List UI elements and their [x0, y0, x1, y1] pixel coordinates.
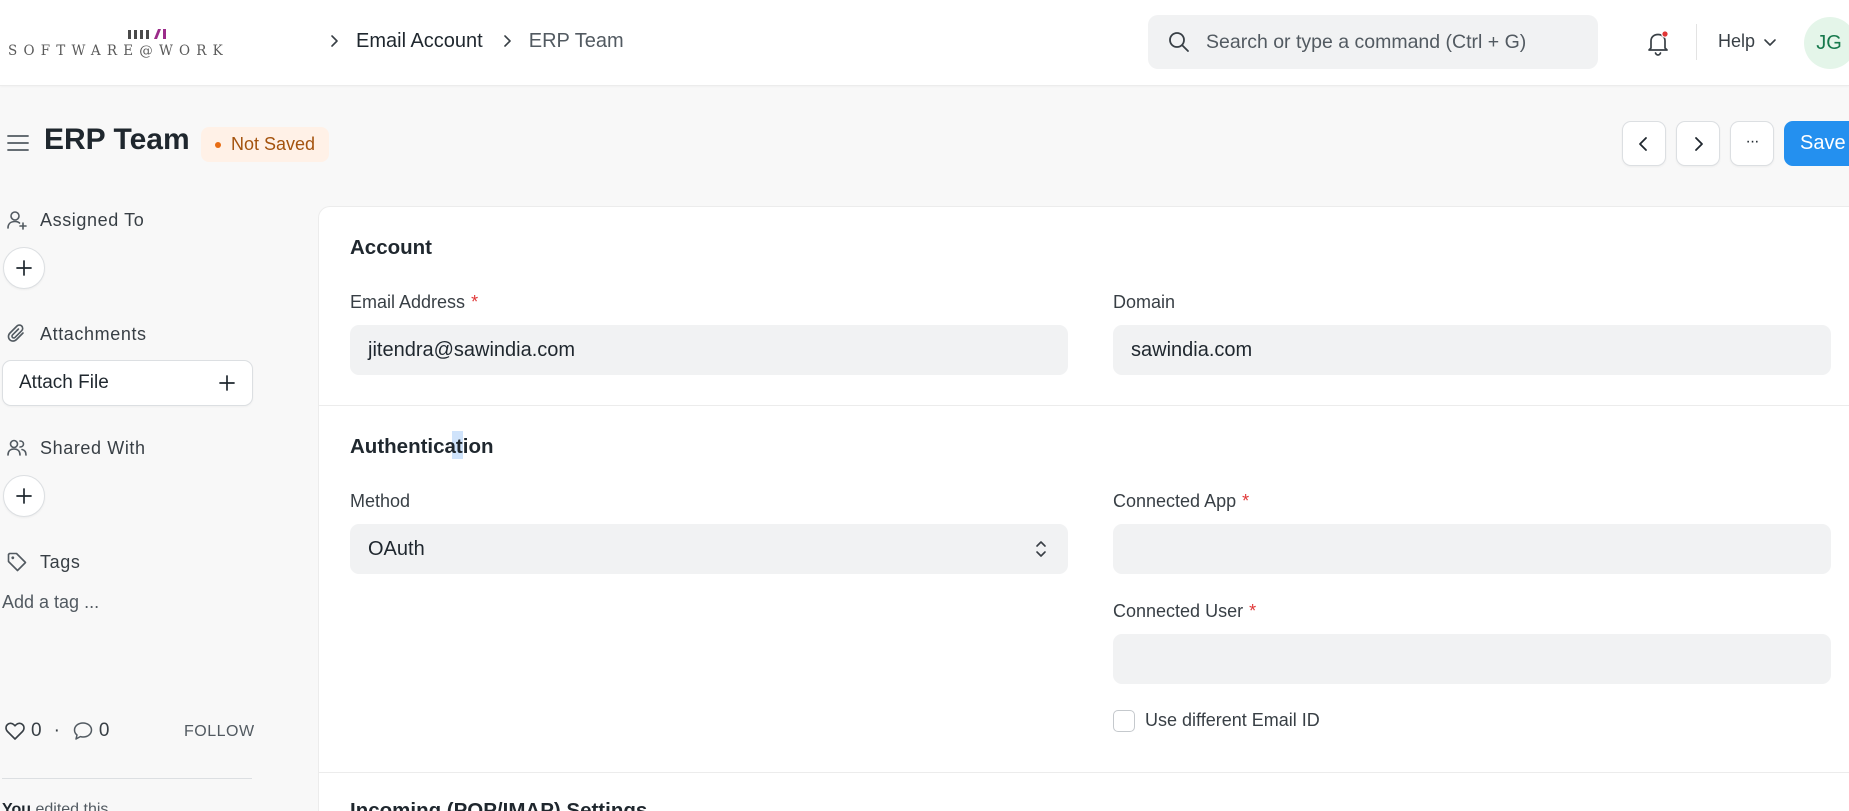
email-address-label-text: Email Address [350, 292, 466, 312]
paperclip-icon [6, 323, 28, 345]
previous-document-button[interactable] [1622, 121, 1666, 166]
connected-user-field[interactable] [1113, 634, 1831, 684]
sidebar-toggle-button[interactable] [6, 131, 30, 155]
status-dot [215, 141, 221, 148]
status-badge: Not Saved [201, 127, 330, 162]
method-label: Method [350, 491, 411, 511]
page-title: ERP Team [44, 123, 190, 156]
assigned-to-text: Assigned To [40, 209, 145, 230]
plus-icon [16, 488, 32, 504]
shared-with-text: Shared With [40, 437, 146, 458]
search-input[interactable]: Search or type a command (Ctrl + G) [1206, 31, 1526, 54]
status-text: Not Saved [231, 134, 316, 154]
attachments-text: Attachments [40, 323, 147, 344]
next-document-button[interactable] [1676, 121, 1720, 166]
bell-icon [1648, 30, 1669, 56]
breadcrumb: Email Account ERP Team [324, 28, 638, 54]
chevron-right-icon [497, 31, 517, 51]
required-mark: * [471, 292, 479, 312]
tags-text: Tags [40, 551, 81, 572]
navbar: SOFTWARE@WORK Email Account ERP Team Sea… [0, 0, 1849, 86]
activity-text: edited this [35, 801, 109, 811]
users-icon [6, 437, 28, 459]
app-logo[interactable]: SOFTWARE@WORK [8, 28, 284, 60]
search-bar[interactable]: Search or type a command (Ctrl + G) [1148, 15, 1598, 69]
attach-file-button[interactable]: Attach File [2, 360, 253, 406]
activity-user: You [2, 801, 32, 811]
plus-icon [16, 260, 32, 276]
tag-icon [6, 551, 28, 573]
attachments-label: Attachments [6, 323, 147, 345]
use-different-email-label[interactable]: Use different Email ID [1145, 710, 1320, 731]
section-divider [319, 772, 1849, 773]
sidebar-divider [2, 778, 252, 779]
method-select-value: OAuth [368, 537, 425, 560]
add-assignee-button[interactable] [3, 247, 45, 289]
likes-count: 0 [31, 720, 42, 741]
attach-file-label: Attach File [19, 372, 109, 393]
required-mark: * [1242, 491, 1250, 511]
hamburger-icon [7, 135, 29, 151]
comment-icon[interactable] [72, 720, 94, 742]
plus-icon [219, 375, 235, 391]
comments-count: 0 [98, 720, 110, 741]
help-dropdown[interactable]: Help [1718, 31, 1777, 52]
shared-with-label: Shared With [6, 437, 146, 459]
heart-icon[interactable] [4, 720, 26, 742]
tags-label: Tags [6, 551, 80, 573]
chevron-left-icon [1639, 136, 1647, 151]
connected-app-field[interactable] [1113, 524, 1831, 574]
save-button[interactable]: Save [1784, 121, 1849, 166]
logo-mark-icon [128, 29, 166, 39]
chevron-right-icon [1695, 136, 1703, 151]
breadcrumb-erp-team[interactable]: ERP Team [529, 30, 624, 53]
email-address-label: Email Address * [350, 292, 478, 313]
form-card: Account Email Address * jitendra@sawindia… [318, 206, 1849, 811]
section-incoming-heading[interactable]: Incoming (POP/IMAP) Settings [350, 799, 647, 811]
connected-user-label: Connected User * [1113, 601, 1256, 622]
activity-snippet: You edited this [2, 801, 108, 811]
more-actions-button[interactable]: ··· [1730, 121, 1774, 166]
domain-field[interactable]: sawindia.com [1113, 325, 1831, 375]
logo-text: SOFTWARE@WORK [8, 43, 229, 59]
add-tag-input[interactable]: Add a tag ... [2, 592, 99, 613]
assigned-to-label: Assigned To [6, 209, 144, 231]
avatar[interactable]: JG [1804, 17, 1849, 69]
select-arrows-icon [1034, 538, 1048, 560]
more-icon: ··· [1745, 132, 1760, 150]
email-address-field[interactable]: jitendra@sawindia.com [350, 325, 1068, 375]
breadcrumb-email-account[interactable]: Email Account [356, 30, 483, 53]
chevron-right-icon [324, 31, 344, 51]
search-icon [1167, 30, 1191, 54]
required-mark: * [1249, 601, 1257, 621]
domain-label: Domain [1113, 292, 1176, 312]
section-authentication-heading[interactable]: Authentication [350, 435, 494, 459]
navbar-divider [1696, 24, 1697, 60]
connected-app-label-text: Connected App [1113, 491, 1237, 511]
method-select[interactable]: OAuth [350, 524, 1068, 574]
use-different-email-checkbox[interactable] [1113, 710, 1135, 732]
section-divider [319, 405, 1849, 406]
likes-comments: 0 · 0 [4, 720, 109, 742]
likes-separator: · [53, 720, 60, 741]
notifications-button[interactable] [1643, 28, 1673, 58]
follow-button[interactable]: FOLLOW [184, 723, 255, 741]
add-share-button[interactable] [3, 475, 45, 517]
connected-app-label: Connected App * [1113, 491, 1249, 512]
connected-user-label-text: Connected User [1113, 601, 1244, 621]
section-account-heading[interactable]: Account [350, 236, 432, 260]
chevron-down-icon [1763, 35, 1777, 49]
help-label: Help [1718, 31, 1756, 51]
user-plus-icon [6, 209, 28, 231]
